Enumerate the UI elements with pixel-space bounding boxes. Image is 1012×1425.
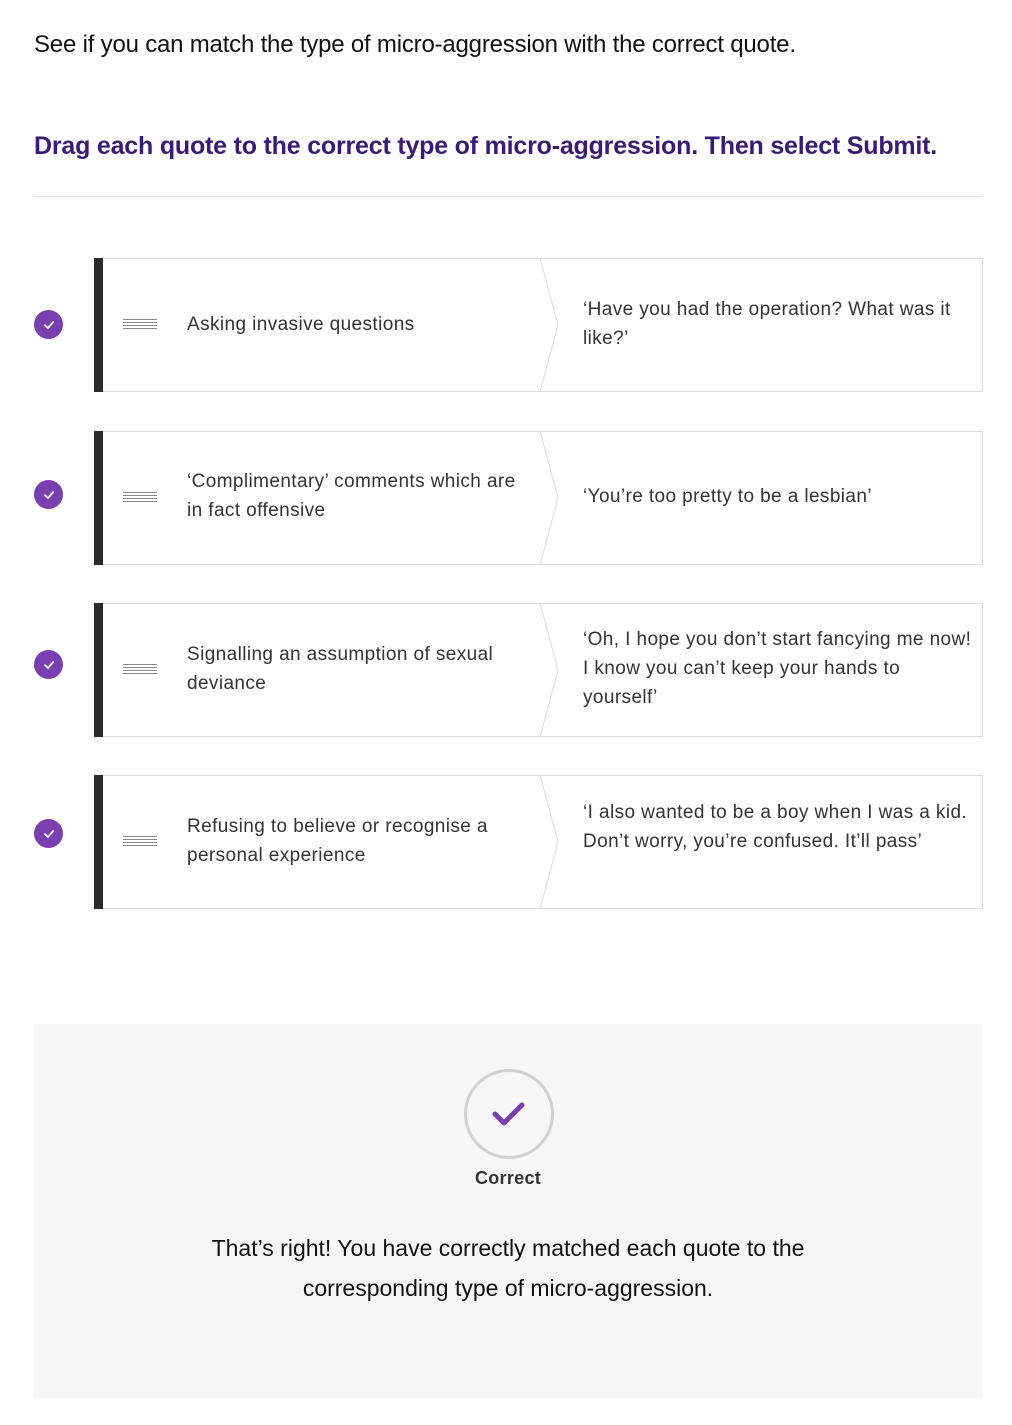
micro-aggression-type: Signalling an assumption of sexual devia… (187, 644, 494, 694)
drag-handle-icon[interactable] (123, 492, 157, 502)
card-accent-bar (94, 775, 103, 909)
drag-handle-icon[interactable] (123, 319, 157, 329)
drag-handle-icon[interactable] (123, 836, 157, 846)
quote-draggable[interactable]: ‘Oh, I hope you don’t start fancying me … (583, 625, 973, 712)
quote-draggable[interactable]: ‘You’re too pretty to be a lesbian’ (583, 482, 973, 511)
match-pair: Signalling an assumption of sexual devia… (0, 603, 1012, 737)
check-icon (34, 650, 63, 679)
feedback-panel: Correct That’s right! You have correctly… (34, 1024, 982, 1398)
micro-aggression-type: Asking invasive questions (187, 314, 415, 335)
drag-handle-icon[interactable] (123, 664, 157, 674)
chevron-divider-icon (539, 431, 559, 565)
check-icon (34, 310, 63, 339)
card-accent-bar (94, 258, 103, 392)
check-icon (34, 480, 63, 509)
correct-check-icon (464, 1069, 554, 1159)
quote-draggable[interactable]: ‘Have you had the operation? What was it… (583, 295, 973, 353)
divider (34, 196, 982, 197)
card-accent-bar (94, 603, 103, 737)
feedback-message: That’s right! You have correctly matched… (211, 1235, 805, 1301)
intro-text: See if you can match the type of micro-a… (34, 31, 796, 58)
chevron-divider-icon (539, 775, 559, 909)
match-pair: Asking invasive questions ‘Have you had … (0, 258, 1012, 392)
micro-aggression-type: ‘Complimentary’ comments which are in fa… (187, 471, 516, 521)
micro-aggression-type: Refusing to believe or recognise a perso… (187, 816, 488, 866)
chevron-divider-icon (539, 258, 559, 392)
match-pair: ‘Complimentary’ comments which are in fa… (0, 431, 1012, 565)
instruction-heading: Drag each quote to the correct type of m… (34, 132, 938, 160)
match-pair: Refusing to believe or recognise a perso… (0, 775, 1012, 909)
feedback-label: Correct (474, 1168, 542, 1188)
card-accent-bar (94, 431, 103, 565)
chevron-divider-icon (539, 603, 559, 737)
check-icon (34, 819, 63, 848)
quote-draggable[interactable]: ‘I also wanted to be a boy when I was a … (583, 798, 973, 856)
